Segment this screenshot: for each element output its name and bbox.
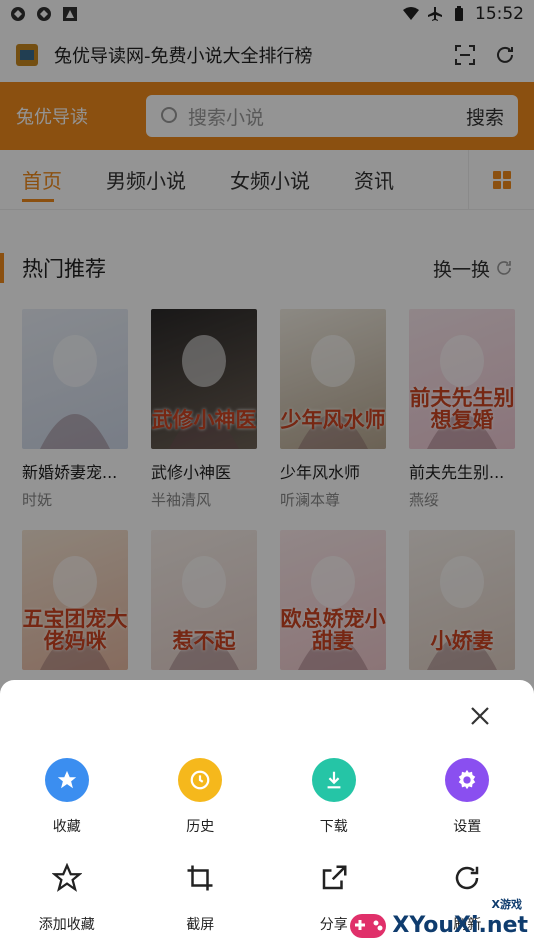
star-outline-icon xyxy=(51,863,82,892)
menu-label: 设置 xyxy=(453,819,482,835)
download-icon xyxy=(327,771,341,789)
menu-favorites[interactable]: 收藏 xyxy=(0,758,134,836)
share-icon xyxy=(322,865,347,890)
menu-label: 收藏 xyxy=(52,819,81,835)
close-button[interactable] xyxy=(466,702,494,730)
browser-menu-sheet: 收藏 历史 下载 设置 添加收藏 截屏 分享 刷新 XYouXi.net X游戏 xyxy=(0,680,534,950)
gamepad-logo-icon xyxy=(350,914,387,938)
favorites-circle xyxy=(44,758,89,802)
menu-download[interactable]: 下载 xyxy=(267,758,401,836)
menu-add-bookmark[interactable]: 添加收藏 xyxy=(0,856,134,934)
menu-row-primary: 收藏 历史 下载 设置 xyxy=(0,758,534,836)
gear-icon xyxy=(459,769,476,790)
crop-icon xyxy=(187,865,213,891)
add-bookmark-icon-wrap xyxy=(45,856,89,900)
menu-history[interactable]: 历史 xyxy=(134,758,268,836)
menu-screenshot[interactable]: 截屏 xyxy=(134,856,268,934)
history-circle xyxy=(178,758,223,802)
close-icon xyxy=(471,707,489,725)
download-circle xyxy=(311,758,356,802)
watermark-small-text: X游戏 xyxy=(491,898,522,911)
share-icon-wrap xyxy=(312,856,356,900)
watermark-text: XYouXi.net xyxy=(392,912,528,938)
refresh-icon-wrap xyxy=(445,856,489,900)
menu-label: 下载 xyxy=(319,819,348,835)
menu-label: 添加收藏 xyxy=(38,917,95,933)
settings-circle xyxy=(445,758,490,802)
refresh-icon xyxy=(456,866,479,890)
clock-icon xyxy=(190,770,210,790)
menu-settings[interactable]: 设置 xyxy=(401,758,534,836)
star-icon xyxy=(57,770,76,789)
screenshot-icon-wrap xyxy=(178,856,222,900)
menu-label: 历史 xyxy=(186,819,215,835)
menu-label: 分享 xyxy=(319,917,348,933)
menu-label: 截屏 xyxy=(186,917,215,933)
watermark: XYouXi.net X游戏 xyxy=(348,898,528,942)
